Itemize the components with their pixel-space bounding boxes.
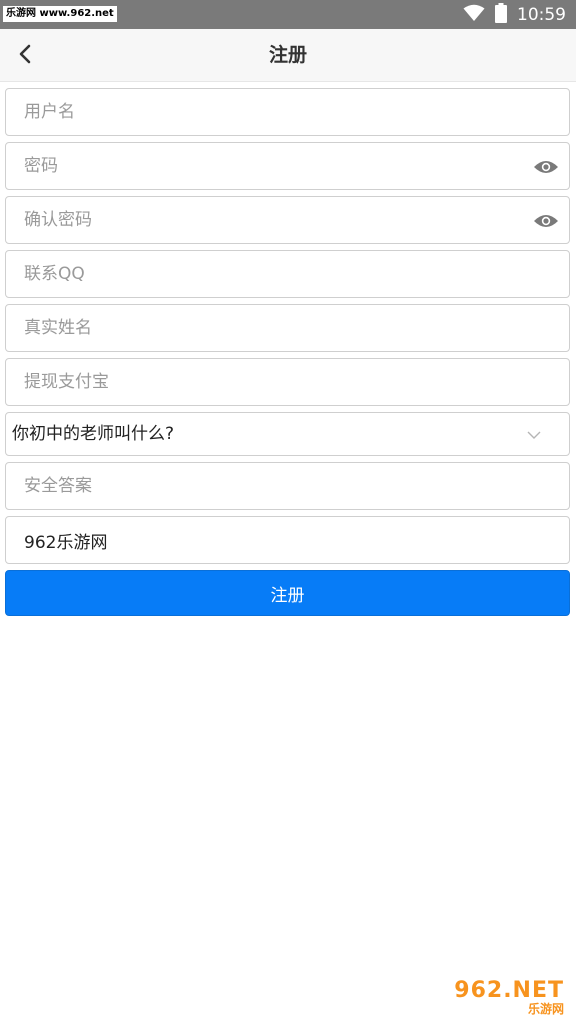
qq-field-container	[5, 250, 570, 298]
battery-icon	[495, 2, 507, 27]
password-input[interactable]	[6, 143, 569, 189]
watermark-sub: 乐游网	[527, 1002, 564, 1016]
register-form: 你初中的老师叫什么? 注册	[5, 88, 570, 616]
username-field-container	[5, 88, 570, 136]
qq-input[interactable]	[6, 251, 569, 297]
status-clock: 10:59	[517, 4, 566, 25]
realname-input[interactable]	[6, 305, 569, 351]
password-field-container	[5, 142, 570, 190]
app-bar: 注册	[0, 29, 576, 82]
alipay-field-container	[5, 358, 570, 406]
chevron-down-icon	[527, 427, 541, 441]
watermark-brand: 962.NET	[454, 978, 564, 1003]
security-answer-field-container	[5, 462, 570, 510]
security-answer-input[interactable]	[6, 463, 569, 509]
watermark-text: 乐游网 www.962.net	[3, 6, 117, 22]
confirm-password-field-container	[5, 196, 570, 244]
security-question-select[interactable]: 你初中的老师叫什么?	[5, 412, 570, 456]
confirm-password-input[interactable]	[6, 197, 569, 243]
back-button[interactable]	[10, 41, 40, 71]
status-bar: 乐游网 www.962.net 10:59	[0, 0, 576, 29]
register-button[interactable]: 注册	[5, 570, 570, 616]
chevron-left-icon	[18, 44, 32, 68]
realname-field-container	[5, 304, 570, 352]
username-input[interactable]	[6, 89, 569, 135]
eye-icon[interactable]	[533, 209, 559, 233]
wifi-icon	[463, 4, 485, 26]
status-icons: 10:59	[463, 0, 566, 29]
invite-field-container	[5, 516, 570, 564]
watermark-logo: 962.NET 乐游网	[438, 978, 570, 1018]
invite-input[interactable]	[6, 517, 569, 563]
alipay-input[interactable]	[6, 359, 569, 405]
eye-icon[interactable]	[533, 155, 559, 179]
page-title: 注册	[268, 44, 307, 66]
security-question-value: 你初中的老师叫什么?	[12, 424, 175, 444]
